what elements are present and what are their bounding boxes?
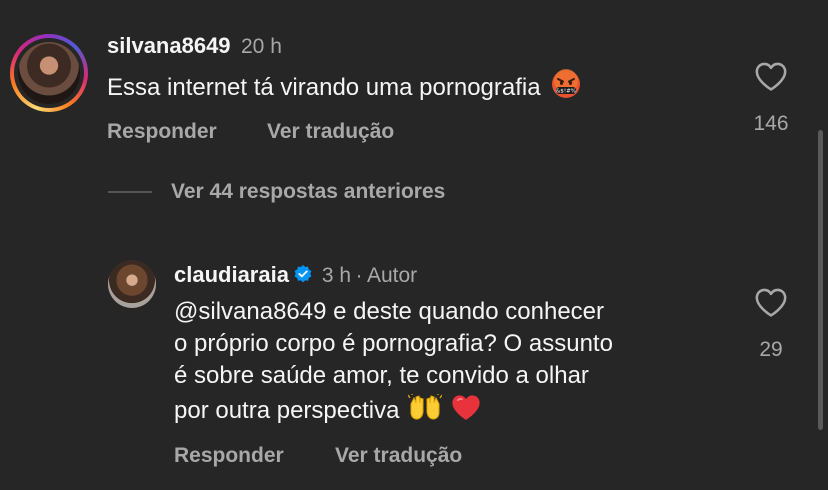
comment-text-end: por outra perspectiva	[174, 397, 400, 424]
comment-text: Essa internet tá virando uma pornografia	[107, 74, 541, 101]
avatar-story-ring[interactable]	[10, 34, 88, 112]
reply-button[interactable]: Responder	[107, 120, 217, 144]
comment-body: @silvana8649 e deste quando conhecer o p…	[174, 296, 613, 431]
comment-text-line: por outra perspectiva	[174, 392, 613, 431]
reply-button[interactable]: Responder	[174, 444, 284, 468]
comment-header: silvana8649 20 h	[107, 33, 282, 59]
like-count: 146	[753, 112, 789, 135]
username[interactable]: claudiaraia	[174, 262, 289, 287]
avatar[interactable]	[108, 260, 156, 308]
like-count: 29	[759, 338, 783, 361]
comment-text-line: é sobre saúde amor, te convido a olhar	[174, 362, 589, 389]
red-heart-icon	[449, 392, 483, 431]
verified-badge-icon	[293, 264, 313, 284]
svg-text:&$!#%: &$!#%	[556, 89, 576, 95]
translate-button[interactable]: Ver tradução	[335, 444, 462, 468]
avatar	[18, 42, 80, 104]
timestamp: 20 h	[241, 35, 282, 58]
comment-text-line: @silvana8649 e deste quando conhecer	[174, 298, 605, 325]
raising-hands-icon	[407, 394, 443, 431]
author-badge: Autor	[366, 264, 418, 287]
heart-icon[interactable]	[754, 286, 788, 318]
translate-button[interactable]: Ver tradução	[267, 120, 394, 144]
replies-divider	[108, 191, 152, 193]
comment-body: Essa internet tá virando uma pornografia…	[107, 69, 581, 108]
separator: ·	[355, 264, 363, 287]
timestamp: 3 h	[321, 264, 352, 287]
heart-icon[interactable]	[754, 60, 788, 92]
scrollbar[interactable]	[818, 130, 823, 430]
comment-header: claudiaraia 3 h · Autor	[174, 262, 417, 288]
comment-text-line: o próprio corpo é pornografia? O assunto	[174, 330, 613, 357]
angry-face-with-symbols-icon: &$!#%	[551, 69, 581, 108]
username[interactable]: silvana8649	[107, 33, 231, 58]
view-replies-button[interactable]: Ver 44 respostas anteriores	[171, 180, 445, 204]
